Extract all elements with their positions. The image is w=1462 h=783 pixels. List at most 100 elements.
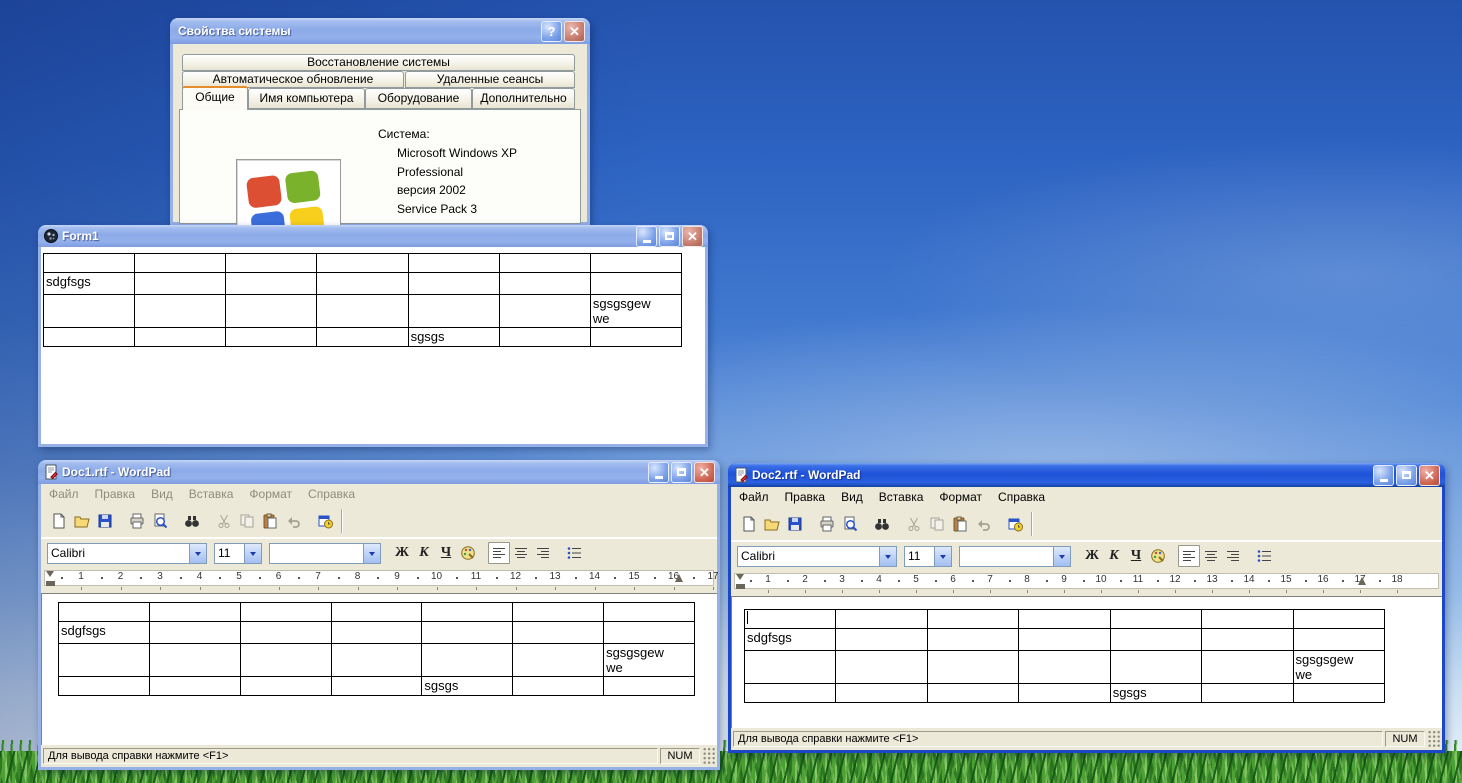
bold-button[interactable]: Ж [391,542,413,564]
table-cell[interactable]: sgsgs [1110,684,1201,703]
left-indent-marker[interactable] [46,571,55,586]
table-cell[interactable] [226,328,317,347]
font-name-combobox[interactable]: Calibri [47,543,207,564]
table-cell[interactable] [1019,651,1110,684]
table-cell[interactable] [1202,684,1293,703]
right-indent-marker[interactable] [1358,577,1366,585]
table-cell[interactable] [590,254,681,273]
right-indent-marker[interactable] [675,574,683,582]
table-cell[interactable] [317,328,408,347]
table-cell[interactable] [422,644,513,677]
table-cell[interactable] [240,677,331,696]
tab-computer-name[interactable]: Имя компьютера [248,88,365,109]
undo-icon[interactable] [281,510,304,533]
maximize-icon[interactable] [671,462,692,483]
titlebar[interactable]: Form1 ✕ [38,225,708,247]
table-cell[interactable] [149,644,240,677]
document-area[interactable]: sdgfsgssgsgsgew wesgsgs [731,596,1442,728]
close-icon[interactable]: ✕ [682,226,703,247]
document-area[interactable]: sdgfsgssgsgsgew wesgsgs [41,593,717,745]
table-cell[interactable]: sdgfsgs [745,629,836,651]
left-indent-marker[interactable] [736,574,745,589]
table-cell[interactable]: sgsgs [422,677,513,696]
table-cell[interactable] [59,677,150,696]
table-cell[interactable] [226,273,317,295]
table-cell[interactable] [240,644,331,677]
table-cell[interactable] [745,610,836,629]
ruler[interactable]: 1234567891011121314151617 [41,567,717,593]
find-icon[interactable] [180,510,203,533]
align-left-icon[interactable] [1178,545,1200,567]
table-cell[interactable] [927,629,1018,651]
save-icon[interactable] [93,510,116,533]
table-cell[interactable] [135,328,226,347]
table-cell[interactable] [745,651,836,684]
chevron-down-icon[interactable] [934,547,951,566]
menu-item[interactable]: Формат [241,487,300,501]
table-cell[interactable] [149,622,240,644]
table-cell[interactable] [226,295,317,328]
table-cell[interactable] [836,629,927,651]
cut-icon[interactable] [902,513,925,536]
maximize-icon[interactable] [659,226,680,247]
table-cell[interactable] [499,328,590,347]
table-cell[interactable] [513,603,604,622]
bold-button[interactable]: Ж [1081,545,1103,567]
font-color-icon[interactable] [1147,545,1169,567]
print-icon[interactable] [815,513,838,536]
font-size-combobox[interactable]: 11 [214,543,262,564]
table-cell[interactable] [408,273,499,295]
table-cell[interactable] [422,603,513,622]
table-cell[interactable] [604,603,695,622]
chevron-down-icon[interactable] [244,544,261,563]
table-cell[interactable] [590,328,681,347]
copy-icon[interactable] [925,513,948,536]
menu-item[interactable]: Правка [87,487,144,501]
font-color-icon[interactable] [457,542,479,564]
table-cell[interactable] [513,644,604,677]
help-button[interactable]: ? [541,21,562,42]
open-icon[interactable] [70,510,93,533]
font-size-combobox[interactable]: 11 [904,546,952,567]
table-cell[interactable] [1019,684,1110,703]
italic-button[interactable]: К [1103,545,1125,567]
bullet-list-icon[interactable] [1253,545,1275,567]
table-cell[interactable] [745,684,836,703]
table-cell[interactable] [44,295,135,328]
print-icon[interactable] [125,510,148,533]
close-icon[interactable]: ✕ [564,21,585,42]
insert-datetime-icon[interactable] [1003,513,1026,536]
table-cell[interactable] [1202,651,1293,684]
table-cell[interactable] [927,651,1018,684]
minimize-icon[interactable] [636,226,657,247]
open-icon[interactable] [760,513,783,536]
table-cell[interactable] [149,677,240,696]
titlebar[interactable]: Свойства системы ? ✕ [170,18,590,44]
table-cell[interactable] [513,677,604,696]
menu-item[interactable]: Формат [931,490,990,504]
table-cell[interactable] [240,603,331,622]
bullet-list-icon[interactable] [563,542,585,564]
table-cell[interactable] [240,622,331,644]
menu-item[interactable]: Вставка [871,490,932,504]
table-cell[interactable] [331,644,422,677]
table-cell[interactable] [604,622,695,644]
table-cell[interactable]: sdgfsgs [59,622,150,644]
table-cell[interactable] [1202,629,1293,651]
save-icon[interactable] [783,513,806,536]
table-cell[interactable] [1293,629,1384,651]
align-center-icon[interactable] [1200,545,1222,567]
table-cell[interactable] [135,254,226,273]
table-cell[interactable] [1293,610,1384,629]
table-cell[interactable] [135,295,226,328]
table-cell[interactable] [59,644,150,677]
table-cell[interactable]: sdgfsgs [44,273,135,295]
table-cell[interactable] [422,622,513,644]
table-cell[interactable] [499,254,590,273]
table-cell[interactable] [927,610,1018,629]
font-script-combobox[interactable] [269,543,381,564]
table-cell[interactable]: sgsgsgew we [590,295,681,328]
table-cell[interactable] [149,603,240,622]
align-center-icon[interactable] [510,542,532,564]
table-cell[interactable] [331,603,422,622]
